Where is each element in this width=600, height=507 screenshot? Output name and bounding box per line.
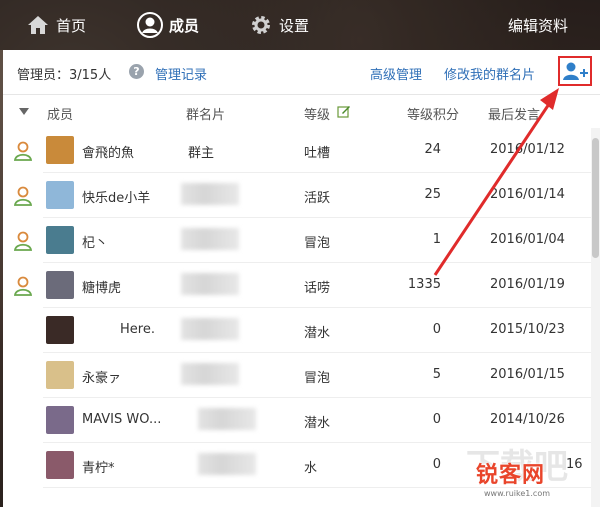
member-level: 潜水 bbox=[304, 326, 331, 341]
member-last-speak: 2016/01/14 bbox=[490, 187, 565, 202]
member-level: 冒泡 bbox=[304, 236, 331, 251]
member-row[interactable]: 杞丶 冒泡 1 2016/01/04 bbox=[3, 218, 600, 263]
member-row[interactable]: 糖博虎 话唠 1335 2016/01/19 bbox=[3, 263, 600, 308]
col-points[interactable]: 等级积分 bbox=[407, 104, 459, 123]
tab-members-label: 成员 bbox=[169, 16, 200, 35]
edit-profile-label: 编辑资料 bbox=[508, 16, 569, 35]
member-name[interactable]: MAVIS WO... bbox=[82, 412, 161, 427]
member-points: 1335 bbox=[407, 277, 441, 292]
member-card: 群主 bbox=[188, 146, 215, 161]
help-icon[interactable]: ? bbox=[129, 64, 144, 79]
member-points: 1 bbox=[432, 232, 441, 247]
col-last-speak[interactable]: 最后发言 bbox=[488, 104, 540, 123]
member-name[interactable]: 青柠* bbox=[82, 457, 115, 476]
blurred-card bbox=[181, 318, 239, 340]
blurred-card bbox=[181, 228, 239, 250]
advanced-manage-link[interactable]: 高级管理 bbox=[370, 64, 422, 83]
member-name[interactable]: 會飛的魚 bbox=[82, 142, 134, 161]
member-level: 活跃 bbox=[304, 191, 331, 206]
member-level: 潜水 bbox=[304, 416, 331, 431]
member-row[interactable]: 永豪ァ 冒泡 5 2016/01/15 bbox=[3, 353, 600, 398]
member-row[interactable]: 快乐de小羊 活跃 25 2016/01/14 bbox=[3, 173, 600, 218]
member-level: 冒泡 bbox=[304, 371, 331, 386]
gear-icon bbox=[252, 16, 270, 34]
member-last-speak: 2016/01/12 bbox=[490, 142, 565, 157]
edit-profile-link[interactable]: 编辑资料 bbox=[508, 8, 568, 42]
member-row[interactable]: MAVIS WO... 潜水 0 2014/10/26 bbox=[3, 398, 600, 443]
member-name[interactable]: 永豪ァ bbox=[82, 367, 121, 386]
member-icon bbox=[137, 12, 163, 38]
member-row[interactable]: Here. 潜水 0 2015/10/23 bbox=[3, 308, 600, 353]
edit-level-icon[interactable] bbox=[337, 104, 351, 118]
table-header: 成员 群名片 等级 等级积分 最后发言 bbox=[3, 94, 600, 128]
avatar[interactable] bbox=[46, 271, 74, 299]
admin-count: 管理员：3/15人 bbox=[17, 68, 112, 83]
blurred-card bbox=[198, 408, 256, 430]
admin-person-icon bbox=[13, 141, 33, 161]
member-last-speak: 2014/10/26 bbox=[490, 412, 565, 427]
collapse-triangle-icon[interactable] bbox=[19, 108, 29, 116]
edit-group-card-link[interactable]: 修改我的群名片 bbox=[444, 64, 535, 83]
member-row[interactable]: 會飛的魚 群主 吐槽 24 2016/01/12 bbox=[3, 128, 600, 173]
watermark: 下载吧 锐客网 www.ruike1.com bbox=[466, 445, 598, 505]
tab-members[interactable]: 成员 bbox=[137, 8, 199, 42]
tab-home[interactable]: 首页 bbox=[26, 8, 86, 42]
manager-bar: 管理员：3/15人 ? 管理记录 高级管理 修改我的群名片 bbox=[3, 50, 600, 95]
blurred-card bbox=[181, 363, 239, 385]
col-level[interactable]: 等级 bbox=[304, 104, 330, 123]
member-last-speak: 2016/01/04 bbox=[490, 232, 565, 247]
member-points: 0 bbox=[432, 457, 441, 472]
member-last-speak: 2016/01/19 bbox=[490, 277, 565, 292]
avatar[interactable] bbox=[46, 316, 74, 344]
member-last-speak: 2015/10/23 bbox=[490, 322, 565, 337]
manage-log-link[interactable]: 管理记录 bbox=[155, 64, 207, 83]
avatar[interactable] bbox=[46, 406, 74, 434]
tab-settings-label: 设置 bbox=[279, 16, 310, 35]
add-member-icon bbox=[563, 62, 588, 80]
watermark-brand: 锐客网 bbox=[476, 463, 546, 488]
member-points: 24 bbox=[424, 142, 441, 157]
avatar[interactable] bbox=[46, 136, 74, 164]
home-icon bbox=[28, 16, 48, 34]
admin-person-icon bbox=[13, 276, 33, 296]
member-name[interactable]: Here. bbox=[120, 322, 155, 337]
blurred-card bbox=[181, 273, 239, 295]
member-points: 5 bbox=[432, 367, 441, 382]
blurred-card bbox=[198, 453, 256, 475]
admin-person-icon bbox=[13, 186, 33, 206]
member-level: 水 bbox=[304, 461, 318, 476]
member-level: 吐槽 bbox=[304, 146, 331, 161]
member-points: 0 bbox=[432, 322, 441, 337]
col-card[interactable]: 群名片 bbox=[186, 104, 225, 123]
member-name[interactable]: 快乐de小羊 bbox=[82, 187, 150, 206]
tab-settings[interactable]: 设置 bbox=[249, 8, 309, 42]
member-points: 0 bbox=[432, 412, 441, 427]
top-navigation: 首页 成员 设置 编辑资料 bbox=[0, 0, 600, 50]
avatar[interactable] bbox=[46, 451, 74, 479]
add-member-button[interactable] bbox=[558, 56, 592, 86]
col-member[interactable]: 成员 bbox=[47, 104, 73, 123]
watermark-url: www.ruike1.com bbox=[484, 489, 551, 498]
blurred-card bbox=[181, 183, 239, 205]
avatar[interactable] bbox=[46, 361, 74, 389]
member-level: 话唠 bbox=[304, 281, 331, 296]
admin-person-icon bbox=[13, 231, 33, 251]
avatar[interactable] bbox=[46, 226, 74, 254]
scrollbar-thumb[interactable] bbox=[592, 138, 599, 258]
member-points: 25 bbox=[424, 187, 441, 202]
member-name[interactable]: 杞丶 bbox=[82, 232, 108, 251]
tab-home-label: 首页 bbox=[56, 16, 87, 35]
avatar[interactable] bbox=[46, 181, 74, 209]
member-name[interactable]: 糖博虎 bbox=[82, 277, 121, 296]
member-last-speak: 2016/01/15 bbox=[490, 367, 565, 382]
